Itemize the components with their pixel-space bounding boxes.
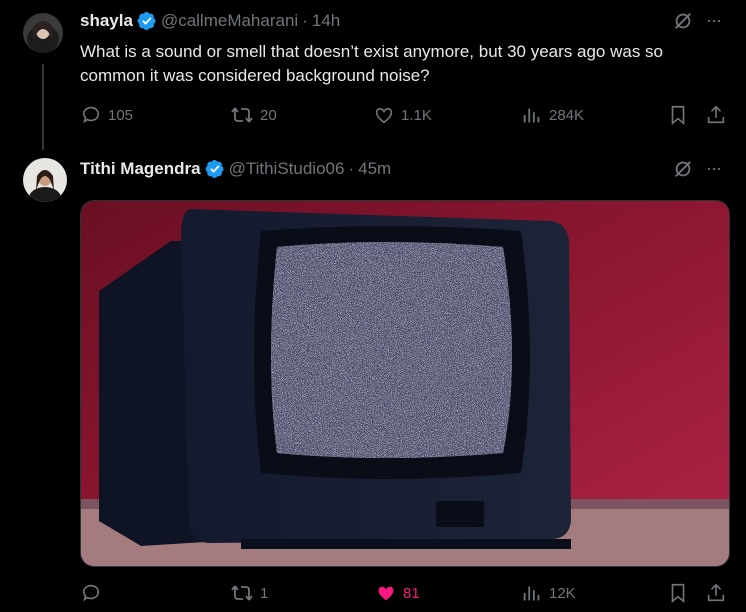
tweet2-header: Tithi Magendra @TithiStudio06 · 45m	[80, 158, 391, 180]
thread-connector	[42, 64, 44, 150]
heart-icon	[375, 107, 393, 124]
repost-count: 20	[260, 106, 277, 124]
reply-icon	[82, 106, 100, 124]
view-count: 12K	[549, 584, 576, 602]
like-count: 81	[403, 584, 420, 602]
display-name[interactable]: shayla	[80, 11, 133, 31]
views-button[interactable]: 12K	[521, 582, 576, 604]
handle[interactable]: @callmeMaharani	[161, 11, 298, 31]
grok-icon	[675, 13, 691, 29]
reply-icon	[82, 584, 100, 602]
bookmark-icon	[671, 105, 685, 126]
like-button[interactable]: 81	[375, 582, 420, 604]
avatar-image	[23, 158, 67, 202]
timestamp[interactable]: 14h	[312, 11, 340, 31]
share-button[interactable]	[705, 104, 727, 126]
heart-filled-icon	[378, 586, 394, 601]
verified-badge-icon[interactable]	[205, 159, 225, 179]
grok-icon	[675, 161, 691, 177]
repost-icon	[231, 107, 253, 123]
reply-button[interactable]: 105	[80, 104, 133, 126]
share-button[interactable]	[705, 582, 727, 604]
separator-dot: ·	[302, 11, 308, 30]
avatar[interactable]	[23, 13, 63, 53]
more-options-button[interactable]: ···	[706, 10, 722, 31]
repost-button[interactable]: 20	[230, 104, 277, 126]
bookmark-button[interactable]	[667, 104, 689, 126]
views-chart-icon	[523, 586, 540, 601]
bookmark-button[interactable]	[667, 582, 689, 604]
grok-button[interactable]	[672, 158, 694, 180]
views-chart-icon	[523, 108, 540, 123]
tweet-media-image[interactable]	[80, 200, 730, 567]
more-options-button[interactable]: ···	[706, 158, 722, 179]
handle[interactable]: @TithiStudio06	[229, 159, 345, 179]
separator-dot: ·	[348, 159, 355, 178]
like-count: 1.1K	[401, 106, 432, 124]
more-icon: ···	[706, 158, 722, 178]
timestamp[interactable]: 45m	[358, 159, 391, 179]
old-crt-television-static-photo	[81, 201, 729, 566]
avatar[interactable]	[23, 158, 67, 202]
views-button[interactable]: 284K	[521, 104, 584, 126]
avatar-image	[23, 13, 63, 53]
share-icon	[707, 105, 725, 124]
view-count: 284K	[549, 106, 585, 124]
tweet1-header: shayla @callmeMaharani · 14h	[80, 10, 340, 32]
repost-icon	[231, 585, 253, 601]
share-icon	[707, 583, 725, 602]
like-button[interactable]: 1.1K	[373, 104, 432, 126]
reply-count: 105	[108, 106, 134, 124]
repost-count: 1	[260, 584, 269, 602]
tweet-text: What is a sound or smell that doesn’t ex…	[80, 42, 664, 85]
more-icon: ···	[706, 10, 722, 30]
grok-button[interactable]	[672, 10, 694, 32]
bookmark-icon	[671, 583, 685, 604]
display-name[interactable]: Tithi Magendra	[80, 159, 201, 179]
repost-button[interactable]: 1	[230, 582, 268, 604]
verified-badge-icon[interactable]	[137, 11, 157, 31]
reply-button[interactable]	[80, 582, 108, 604]
